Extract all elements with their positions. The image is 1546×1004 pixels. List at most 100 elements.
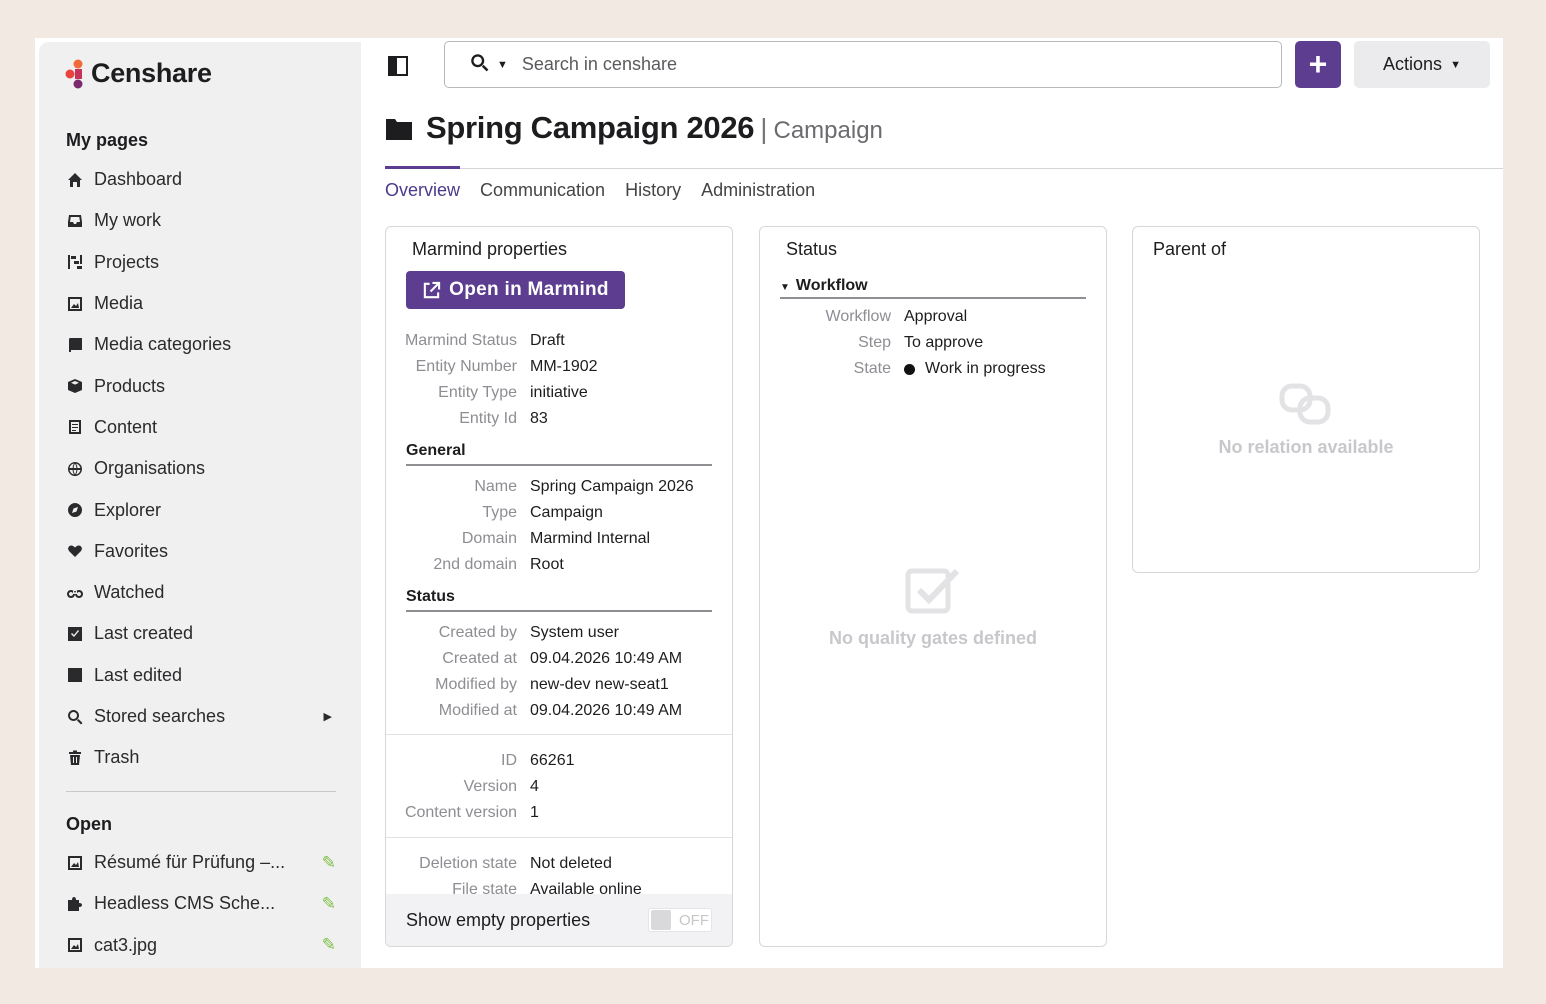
chevron-down-icon: ▼ <box>1450 58 1461 71</box>
card-title: Parent of <box>1153 239 1227 259</box>
property-row: Entity Number MM-1902 <box>386 356 598 378</box>
property-key: Created by <box>438 624 517 641</box>
pencil-icon[interactable]: ✎ <box>322 853 336 873</box>
tab-communication[interactable]: Communication <box>480 168 605 214</box>
sidebar: Censhare My pages Dashboard My work Proj… <box>39 42 361 968</box>
property-key: Domain <box>461 530 517 547</box>
my-pages-title: My pages <box>66 130 149 150</box>
tab-history[interactable]: History <box>625 168 681 214</box>
chevron-down-icon[interactable]: ▼ <box>497 59 508 71</box>
property-row: Step To approve <box>760 332 983 354</box>
open-item[interactable]: Headless CMS Sche... ✎ <box>66 883 336 924</box>
caret-down-icon: ▼ <box>780 282 790 293</box>
open-item-label: cat3.jpg <box>94 934 158 955</box>
property-key: Entity Number <box>415 358 517 375</box>
search-icon[interactable] <box>470 53 489 77</box>
heart-icon <box>66 543 83 560</box>
property-key: State <box>853 360 891 377</box>
sidebar-item-label: Products <box>94 375 166 396</box>
logo[interactable]: Censhare <box>65 58 212 89</box>
pencil-icon[interactable]: ✎ <box>322 894 336 914</box>
property-row: Type Campaign <box>386 502 603 524</box>
property-row: State Work in progress <box>760 358 1046 380</box>
property-key: Deletion state <box>419 855 517 872</box>
property-key: Type <box>482 504 517 521</box>
property-key: Modified by <box>435 676 517 693</box>
show-empty-toggle[interactable]: OFF <box>648 908 712 932</box>
workflow-section-heading[interactable]: ▼ Workflow <box>780 277 1086 299</box>
sidebar-item-label: Media <box>94 293 144 314</box>
sidebar-item-my-work[interactable]: My work <box>66 200 336 241</box>
sidebar-nav: Dashboard My work Projects Media Media c… <box>66 159 336 778</box>
title-separator: | <box>760 113 768 144</box>
card-title: Status <box>786 239 838 259</box>
open-button-label: Open in Marmind <box>449 279 609 300</box>
sidebar-item-media[interactable]: Media <box>66 283 336 324</box>
property-key: Version <box>463 778 517 795</box>
property-value: Marmind Internal <box>530 530 651 547</box>
image-icon <box>66 854 83 871</box>
sidebar-item-trash[interactable]: Trash <box>66 737 336 778</box>
pencil-icon[interactable]: ✎ <box>322 935 336 955</box>
property-row: Modified at 09.04.2026 10:49 AM <box>386 700 682 722</box>
property-key: Entity Id <box>459 410 517 427</box>
open-items-list: Résumé für Prüfung –... ✎ Headless CMS S… <box>66 842 336 966</box>
sidebar-item-watched[interactable]: Watched <box>66 572 336 613</box>
sidebar-item-organisations[interactable]: Organisations <box>66 448 336 489</box>
property-key: Step <box>858 334 891 351</box>
property-value: To approve <box>904 334 984 351</box>
sidebar-item-label: Watched <box>94 582 165 603</box>
sidebar-item-explorer[interactable]: Explorer <box>66 489 336 530</box>
property-row: Content version 1 <box>386 802 539 824</box>
sidebar-item-label: Media categories <box>94 334 232 355</box>
empty-state-text: No relation available <box>1218 437 1394 457</box>
sidebar-item-media-categories[interactable]: Media categories <box>66 324 336 365</box>
property-row: Deletion state Not deleted <box>386 853 612 875</box>
marmind-properties-card: Marmind properties Open in Marmind Marmi… <box>385 226 733 947</box>
box-icon <box>66 378 83 395</box>
group-heading-status: Status <box>406 588 712 612</box>
app-window: Censhare My pages Dashboard My work Proj… <box>35 38 1503 968</box>
property-value: 4 <box>530 778 539 795</box>
open-item[interactable]: Résumé für Prüfung –... ✎ <box>66 842 336 883</box>
tab-administration[interactable]: Administration <box>701 168 815 214</box>
sidebar-item-favorites[interactable]: Favorites <box>66 531 336 572</box>
sidebar-item-label: Last edited <box>94 664 183 685</box>
property-value: 09.04.2026 10:49 AM <box>530 650 683 667</box>
empty-state-text: No quality gates defined <box>828 628 1038 648</box>
open-in-marmind-button[interactable]: Open in Marmind <box>406 271 625 309</box>
document-icon <box>66 419 83 436</box>
property-key: 2nd domain <box>433 556 517 573</box>
property-value: Not deleted <box>530 855 612 872</box>
sidebar-item-label: Stored searches <box>94 706 226 726</box>
property-key: Created at <box>442 650 517 667</box>
search-input[interactable] <box>521 54 1222 75</box>
sidebar-item-stored-searches[interactable]: Stored searches ▶ <box>66 696 336 737</box>
property-row: Version 4 <box>386 776 539 798</box>
sidebar-item-label: Explorer <box>94 499 162 520</box>
sidebar-item-last-edited[interactable]: Last edited <box>66 655 336 696</box>
edit-square-icon <box>66 667 83 684</box>
sidebar-item-label: Favorites <box>94 540 169 561</box>
external-link-icon <box>423 281 441 298</box>
sidebar-item-products[interactable]: Products <box>66 365 336 406</box>
tab-overview[interactable]: Overview <box>385 166 461 214</box>
chevron-right-icon[interactable]: ▶ <box>324 710 332 723</box>
panel-toggle-icon[interactable] <box>387 55 409 77</box>
property-value: Approval <box>904 308 968 325</box>
property-value: Work in progress <box>925 360 1046 377</box>
show-empty-label: Show empty properties <box>406 909 591 930</box>
group-heading-general: General <box>406 442 712 466</box>
sidebar-item-last-created[interactable]: Last created <box>66 613 336 654</box>
property-row: Marmind Status Draft <box>386 330 565 352</box>
open-item[interactable]: cat3.jpg ✎ <box>66 925 336 966</box>
sidebar-item-projects[interactable]: Projects <box>66 242 336 283</box>
search-bar[interactable]: ▼ <box>444 41 1282 88</box>
property-value: 66261 <box>530 752 575 769</box>
parent-of-card: Parent of No relation available <box>1132 226 1480 573</box>
sidebar-item-dashboard[interactable]: Dashboard <box>66 159 336 200</box>
sidebar-item-content[interactable]: Content <box>66 407 336 448</box>
actions-button[interactable]: Actions ▼ <box>1354 41 1490 88</box>
add-button[interactable]: + <box>1295 41 1341 88</box>
property-value: Spring Campaign 2026 <box>530 478 694 495</box>
